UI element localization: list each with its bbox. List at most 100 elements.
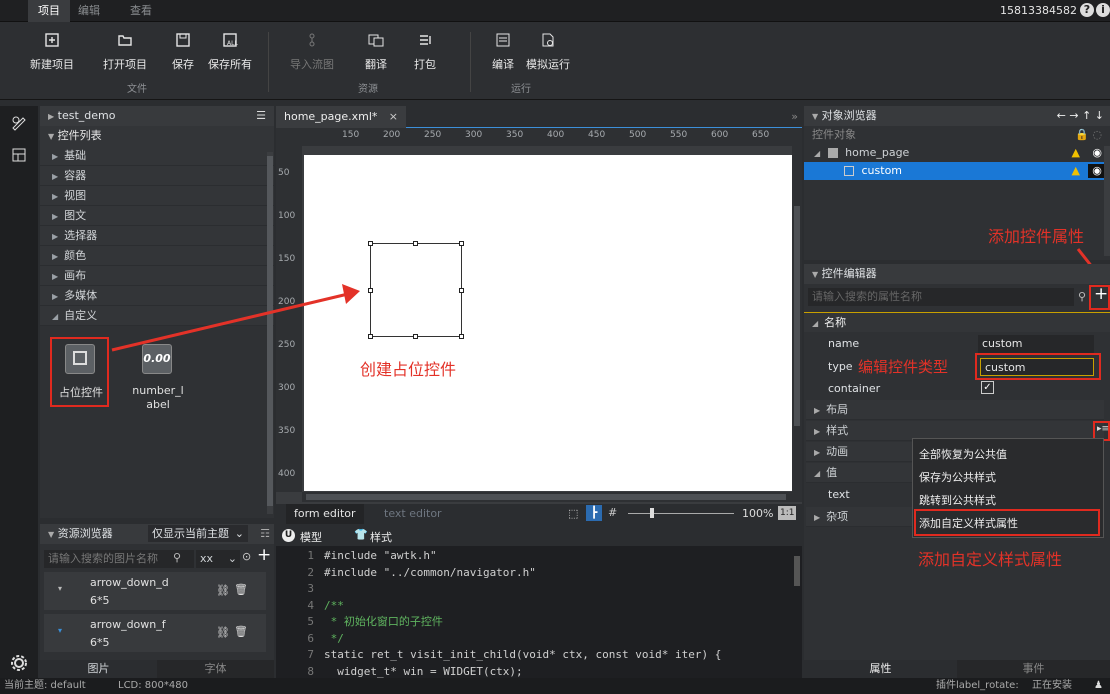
search-icon[interactable]: ⚲ (173, 551, 181, 564)
code-line[interactable]: 1 #include "awtk.h" (296, 548, 796, 565)
tab-fonts[interactable]: 字体 (157, 660, 274, 678)
code-line[interactable]: 3 (296, 581, 796, 598)
property-search-input[interactable]: 请输入搜索的属性名称 (808, 288, 1074, 306)
object-scrollbar[interactable] (1104, 146, 1110, 256)
project-header[interactable]: ▶ test_demo ☰ (40, 106, 274, 126)
widget-category[interactable]: ▶ 视图 (40, 186, 274, 206)
collapse-icon: ▼ (812, 270, 819, 279)
grid-view-icon[interactable]: ☶ (260, 524, 270, 544)
info-icon[interactable]: i (1096, 3, 1110, 17)
trash-icon[interactable]: 🗑 (234, 583, 248, 596)
clock-icon[interactable]: ⊙ (242, 550, 251, 563)
tree-node-label: home_page (845, 146, 910, 159)
collapse-icon: ▼ (48, 530, 55, 539)
menu-reset-to-public[interactable]: 全部恢复为公共值 (913, 443, 1103, 466)
tab-form-editor[interactable]: form editor (286, 504, 364, 524)
tab-events[interactable]: 事件 (957, 660, 1110, 678)
menu-save-as-public-style[interactable]: 保存为公共样式 (913, 466, 1103, 489)
nav-arrows-icon[interactable]: ← → ↑ ↓ (1057, 106, 1104, 126)
tab-properties[interactable]: 属性 (804, 660, 957, 678)
design-icon[interactable] (10, 114, 28, 132)
resource-filter-select[interactable]: 仅显示当前主题 ⌄ (148, 525, 248, 542)
expand-icon: ▶ (52, 212, 59, 221)
resource-item[interactable]: ▾ arrow_down_d 6*5 ⛓ 🗑 (44, 572, 266, 610)
ribbon-separator-2 (470, 32, 471, 92)
editor-bottom-bar: form editor text editor ⬚ ┣ # 100% 1:1 (276, 504, 802, 524)
menu-tab-view[interactable]: 查看 (120, 0, 162, 22)
prop-name-input[interactable]: custom (978, 335, 1094, 353)
tab-home-page[interactable]: home_page.xml* × (276, 106, 406, 128)
snap-icon[interactable]: ┣ (586, 505, 602, 521)
settings-gear-icon[interactable] (10, 654, 28, 672)
bell-icon[interactable]: ♟ (1094, 678, 1103, 694)
line-number: 6 (307, 631, 314, 645)
layout-icon[interactable] (10, 146, 28, 164)
canvas-vscroll[interactable] (792, 146, 802, 492)
account-label[interactable]: 15813384582 (1000, 4, 1077, 17)
resource-item[interactable]: ▾ arrow_down_f 6*5 ⛓ 🗑 (44, 614, 266, 652)
zoom-slider[interactable] (628, 513, 734, 514)
section-name[interactable]: ◢ 名称 (804, 312, 1110, 332)
prop-container-checkbox[interactable]: ✓ (981, 381, 994, 394)
code-line[interactable]: 2 #include "../common/navigator.h" (296, 565, 796, 582)
select-rect-icon[interactable]: ⬚ (568, 507, 578, 520)
menu-tab-edit[interactable]: 编辑 (68, 0, 110, 22)
save-all-button[interactable]: ALL 保存所有 (200, 32, 260, 72)
code-line[interactable]: 6 */ (296, 631, 796, 648)
code-line[interactable]: 4 /** (296, 598, 796, 615)
link-icon[interactable]: ⛓ (216, 584, 230, 597)
resource-search-input[interactable]: 请输入搜索的图片名称 (44, 550, 194, 568)
open-project-button[interactable]: 打开项目 (95, 32, 155, 72)
trash-icon[interactable]: 🗑 (234, 625, 248, 638)
widget-list-title: 控件列表 (57, 129, 102, 142)
widget-category[interactable]: ▶ 容器 (40, 166, 274, 186)
widget-list-header[interactable]: ▼ 控件列表 (40, 126, 274, 146)
zoom-slider-thumb[interactable] (650, 508, 654, 518)
menu-lines-icon[interactable]: ☰ (256, 106, 266, 126)
prop-text-key: text (828, 488, 850, 501)
widget-category[interactable]: ▶ 选择器 (40, 226, 274, 246)
resize-handle[interactable] (413, 334, 418, 339)
tree-node-home-page[interactable]: ◢ home_page ▲ ◉ (804, 144, 1110, 162)
new-project-button[interactable]: 新建项目 (22, 32, 82, 72)
code-line[interactable]: 5 * 初始化窗口的子控件 (296, 614, 796, 631)
resource-type-select[interactable]: xx ⌄ (196, 550, 240, 568)
status-install: 正在安装 (1032, 680, 1072, 691)
resize-handle[interactable] (368, 241, 373, 246)
link-icon[interactable]: ⛓ (216, 626, 230, 639)
eye-icon[interactable]: ◉ (1092, 144, 1102, 162)
import-flow-button[interactable]: 导入流图 (282, 32, 342, 72)
tab-images[interactable]: 图片 (40, 660, 157, 678)
widget-category[interactable]: ▶ 图文 (40, 206, 274, 226)
ratio-button[interactable]: 1:1 (778, 506, 797, 520)
code-line[interactable]: 7 static ret_t visit_init_child(void* ctx… (296, 647, 796, 664)
resize-handle[interactable] (413, 241, 418, 246)
help-icon[interactable]: ? (1080, 3, 1094, 17)
add-resource-icon[interactable]: + (257, 545, 271, 565)
property-section[interactable]: ▶ 布局 (806, 400, 1104, 420)
tab-text-editor[interactable]: text editor (376, 504, 450, 524)
tree-node-custom[interactable]: custom ▲ ◉ (804, 162, 1110, 180)
canvas-hscroll[interactable] (302, 492, 802, 502)
menu-tab-project[interactable]: 项目 (28, 0, 70, 22)
widget-category[interactable]: ▶ 颜色 (40, 246, 274, 266)
package-button[interactable]: 打包 (395, 32, 455, 72)
resize-handle[interactable] (459, 288, 464, 293)
code-scrollbar[interactable] (794, 556, 800, 586)
widget-category[interactable]: ▶ 基础 (40, 146, 274, 166)
ruler-horizontal: 150 200 250 300 350 400 450 500 550 600 650 (276, 128, 802, 146)
tab-style[interactable]: 样式 (370, 529, 392, 545)
tab-model[interactable]: 模型 (300, 529, 322, 545)
resize-handle[interactable] (459, 241, 464, 246)
simulate-button[interactable]: 模拟运行 (518, 32, 578, 72)
search-icon[interactable]: ⚲ (1078, 290, 1086, 303)
expand-icon: ◢ (52, 312, 59, 321)
code-editor[interactable]: 1 #include "awtk.h" 2 #include "../common/n… (296, 548, 796, 680)
style-menu-icon[interactable]: ▸≡ (1097, 424, 1109, 434)
close-icon[interactable]: × (389, 106, 398, 128)
tab-overflow-icon[interactable]: » (791, 110, 798, 123)
custom-widget-on-canvas[interactable] (370, 243, 462, 337)
arrow-down-thumb-icon: ▾ (58, 584, 63, 593)
grid-icon[interactable]: # (608, 506, 617, 519)
resize-handle[interactable] (459, 334, 464, 339)
